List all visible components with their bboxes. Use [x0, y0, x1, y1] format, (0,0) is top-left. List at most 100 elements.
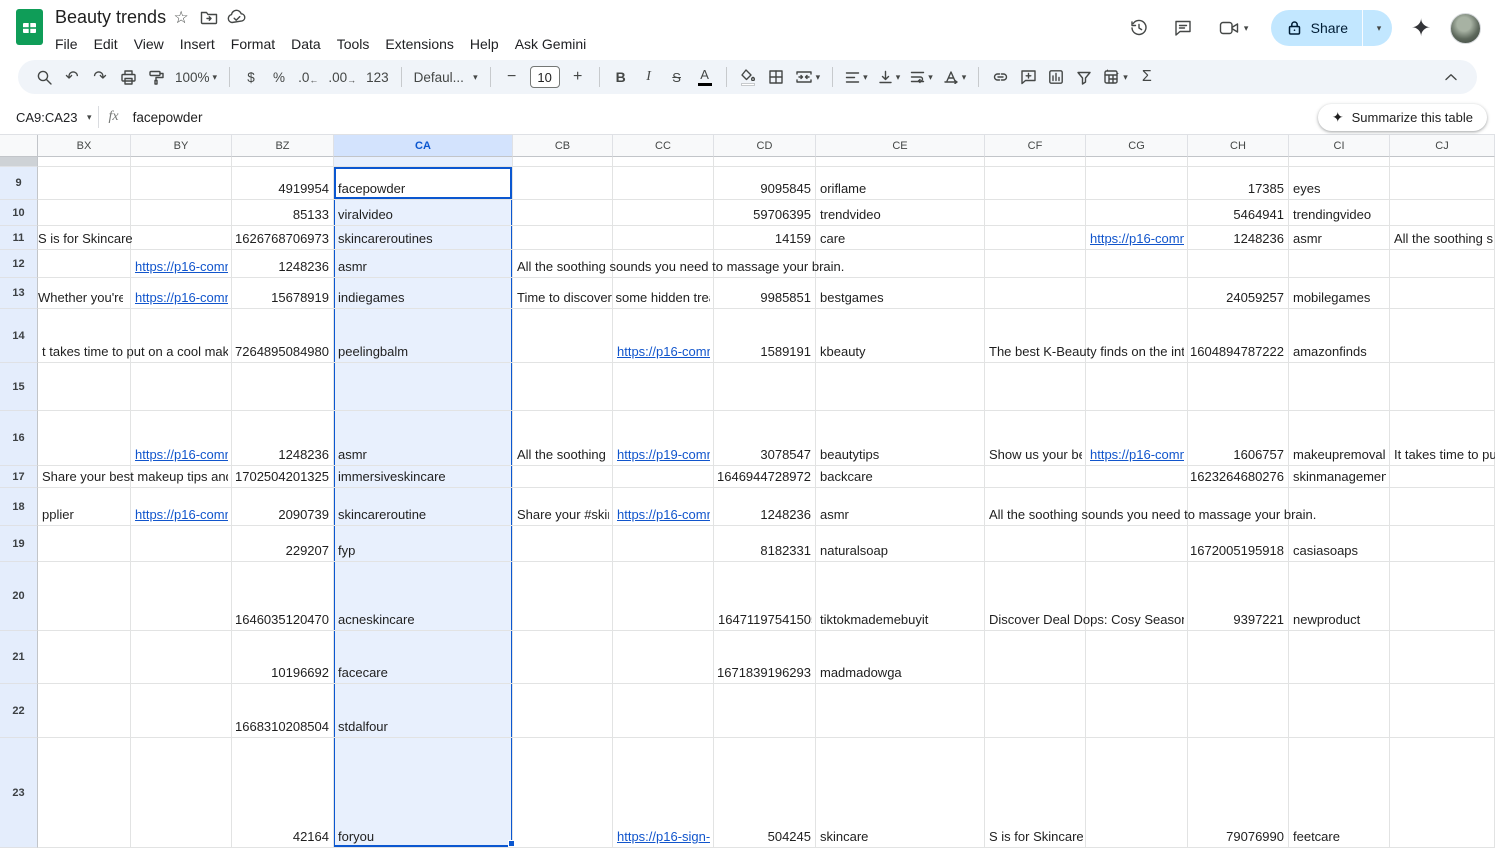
- share-dropdown-button[interactable]: ▾: [1362, 10, 1392, 46]
- cell-CC9[interactable]: [613, 167, 714, 200]
- video-call-icon[interactable]: ▾: [1207, 8, 1261, 48]
- cell-CA17[interactable]: immersiveskincare: [334, 466, 513, 488]
- row-header-14[interactable]: 14: [0, 309, 38, 363]
- insert-link-icon[interactable]: [988, 64, 1012, 90]
- cell-CG17[interactable]: [1086, 466, 1188, 488]
- version-history-icon[interactable]: [1119, 8, 1159, 48]
- cell-CG22[interactable]: [1086, 684, 1188, 738]
- cell-BZ13[interactable]: 15678919: [232, 278, 334, 309]
- row-header-20[interactable]: 20: [0, 562, 38, 631]
- text-color-icon[interactable]: A: [693, 64, 717, 90]
- cell-CE14[interactable]: kbeauty: [816, 309, 985, 363]
- cell-CF21[interactable]: [985, 631, 1086, 684]
- summarize-table-button[interactable]: ✦ Summarize this table: [1318, 104, 1487, 131]
- cell-BZ12[interactable]: 1248236: [232, 250, 334, 278]
- column-header-BZ[interactable]: BZ: [232, 135, 334, 157]
- cell-CA16[interactable]: asmr: [334, 411, 513, 466]
- cell-CB18[interactable]: Share your #skincare: [513, 488, 613, 526]
- cell-BY9[interactable]: [131, 167, 232, 200]
- cell-CC18[interactable]: https://p16-comm: [613, 488, 714, 526]
- cell-CE9[interactable]: oriflame: [816, 167, 985, 200]
- cell-BY19[interactable]: [131, 526, 232, 562]
- cell-CE19[interactable]: naturalsoap: [816, 526, 985, 562]
- cell-BY16[interactable]: https://p16-comm: [131, 411, 232, 466]
- cell-CF9[interactable]: [985, 167, 1086, 200]
- cell-CH22[interactable]: [1188, 684, 1289, 738]
- cell-BZ18[interactable]: 2090739: [232, 488, 334, 526]
- cell-CJ17[interactable]: [1390, 466, 1495, 488]
- cell-BZ20[interactable]: 1646035120470: [232, 562, 334, 631]
- cell-CH16[interactable]: 1606757: [1188, 411, 1289, 466]
- cell-CD14[interactable]: 1589191: [714, 309, 816, 363]
- cell-CH20[interactable]: 9397221: [1188, 562, 1289, 631]
- cell-CE23[interactable]: skincare: [816, 738, 985, 848]
- cell-CH13[interactable]: 24059257: [1188, 278, 1289, 309]
- cell-BX15[interactable]: [38, 363, 131, 411]
- cell-CC15[interactable]: [613, 363, 714, 411]
- cell-CE-partial[interactable]: [816, 157, 985, 167]
- create-filter-icon[interactable]: [1072, 64, 1096, 90]
- cell-CG15[interactable]: [1086, 363, 1188, 411]
- menu-item-view[interactable]: View: [126, 33, 172, 55]
- cell-CJ21[interactable]: [1390, 631, 1495, 684]
- cell-CH19[interactable]: 1672005195918: [1188, 526, 1289, 562]
- cell-CD21[interactable]: 1671839196293: [714, 631, 816, 684]
- cell-CH11[interactable]: 1248236: [1188, 226, 1289, 250]
- cell-CJ23[interactable]: [1390, 738, 1495, 848]
- cell-CF12[interactable]: [985, 250, 1086, 278]
- cell-CG23[interactable]: [1086, 738, 1188, 848]
- cell-BX-partial[interactable]: [38, 157, 131, 167]
- row-header-9[interactable]: 9: [0, 167, 38, 200]
- cell-CA15[interactable]: [334, 363, 513, 411]
- cell-CB20[interactable]: [513, 562, 613, 631]
- cell-CD11[interactable]: 14159: [714, 226, 816, 250]
- cell-CA14[interactable]: peelingbalm: [334, 309, 513, 363]
- cell-CD15[interactable]: [714, 363, 816, 411]
- decrease-decimal-icon[interactable]: .0←: [295, 64, 321, 90]
- cell-CJ13[interactable]: [1390, 278, 1495, 309]
- cell-CB19[interactable]: [513, 526, 613, 562]
- cell-BY20[interactable]: [131, 562, 232, 631]
- vertical-align-icon[interactable]: ▾: [875, 64, 904, 90]
- cell-BX17[interactable]: Share your best makeup tips and: [38, 466, 131, 488]
- cell-CG9[interactable]: [1086, 167, 1188, 200]
- row-header-19[interactable]: 19: [0, 526, 38, 562]
- menu-item-ask-gemini[interactable]: Ask Gemini: [507, 33, 595, 55]
- cell-CI16[interactable]: makeupremoval: [1289, 411, 1390, 466]
- cell-CF11[interactable]: [985, 226, 1086, 250]
- search-menus-icon[interactable]: [32, 64, 56, 90]
- cell-CC11[interactable]: [613, 226, 714, 250]
- cell-CH23[interactable]: 79076990: [1188, 738, 1289, 848]
- cell-BX23[interactable]: [38, 738, 131, 848]
- cell-CB12[interactable]: All the soothing sounds you need to mass…: [513, 250, 613, 278]
- cell-CE15[interactable]: [816, 363, 985, 411]
- cell-BX12[interactable]: [38, 250, 131, 278]
- cell-CC23[interactable]: https://p16-sign-: [613, 738, 714, 848]
- cell-CB9[interactable]: [513, 167, 613, 200]
- row-header-16[interactable]: 16: [0, 411, 38, 466]
- account-avatar[interactable]: [1450, 13, 1481, 44]
- cell-CA10[interactable]: viralvideo: [334, 200, 513, 226]
- row-header-21[interactable]: 21: [0, 631, 38, 684]
- cell-CA18[interactable]: skincareroutine: [334, 488, 513, 526]
- cell-BZ9[interactable]: 4919954: [232, 167, 334, 200]
- paint-format-icon[interactable]: [144, 64, 168, 90]
- row-header-15[interactable]: 15: [0, 363, 38, 411]
- cell-CC14[interactable]: https://p16-comm: [613, 309, 714, 363]
- cell-CC22[interactable]: [613, 684, 714, 738]
- bold-icon[interactable]: B: [609, 64, 633, 90]
- increase-decimal-icon[interactable]: .00→: [325, 64, 359, 90]
- row-header-17[interactable]: 17: [0, 466, 38, 488]
- cell-CI-partial[interactable]: [1289, 157, 1390, 167]
- cell-BX20[interactable]: [38, 562, 131, 631]
- cell-BY11[interactable]: [131, 226, 232, 250]
- cell-CD17[interactable]: 1646944728972: [714, 466, 816, 488]
- cell-CC16[interactable]: https://p19-comm: [613, 411, 714, 466]
- cell-BX14[interactable]: t takes time to put on a cool makeup: [38, 309, 131, 363]
- merge-cells-icon[interactable]: ▾: [792, 64, 824, 90]
- cell-CH10[interactable]: 5464941: [1188, 200, 1289, 226]
- select-all-corner[interactable]: [0, 135, 38, 157]
- row-header-13[interactable]: 13: [0, 278, 38, 309]
- cell-BZ15[interactable]: [232, 363, 334, 411]
- comments-icon[interactable]: [1163, 8, 1203, 48]
